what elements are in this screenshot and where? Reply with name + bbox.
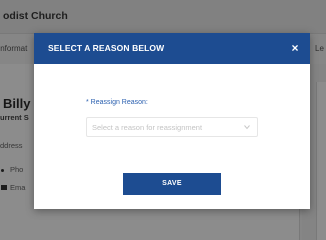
close-icon[interactable]: × [288, 40, 302, 56]
save-button[interactable]: SAVE [123, 173, 221, 195]
reassign-reason-select[interactable]: Select a reason for reassignment [86, 117, 258, 137]
reassign-reason-modal: SELECT A REASON BELOW × * Reassign Reaso… [34, 33, 310, 209]
chevron-down-icon [244, 125, 250, 130]
modal-title: SELECT A REASON BELOW [48, 43, 165, 53]
select-placeholder: Select a reason for reassignment [92, 123, 203, 132]
save-button-label: SAVE [162, 180, 182, 187]
modal-header: SELECT A REASON BELOW × [34, 33, 310, 64]
reassign-reason-label: * Reassign Reason: [86, 99, 148, 106]
